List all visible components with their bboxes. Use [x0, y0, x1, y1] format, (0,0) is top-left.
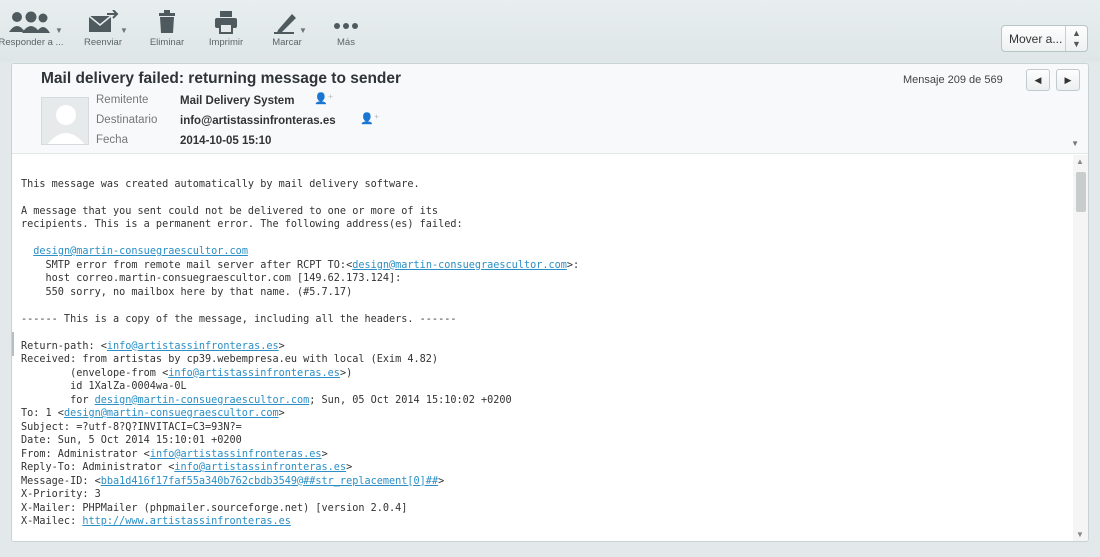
delete-label: Eliminar — [149, 37, 185, 48]
body-line: Subject: =?utf-8?Q?INVITACI=C3=93N?= — [21, 421, 242, 433]
more-dots-icon — [334, 23, 358, 29]
body-line: id 1XalZa-0004wa-0L — [21, 381, 187, 392]
for-prefix: for — [21, 394, 95, 406]
from-header-prefix: From: Administrator < — [21, 448, 150, 460]
date-value: 2014-10-05 15:10 — [180, 135, 272, 147]
body-line: Return-path: <info@artistassinfronteras.… — [21, 340, 1066, 354]
reply-to-suffix: > — [346, 462, 353, 473]
toolbar: Responder a ... ▼ Reenviar ▼ Eliminar Im… — [0, 0, 1100, 62]
reply-to-prefix: Reply-To: Administrator < — [21, 462, 175, 473]
body-line: host correo.martin-consuegraescultor.com… — [21, 273, 402, 284]
body-line: ------ This is a copy of the message, in… — [21, 313, 457, 325]
move-to-select[interactable]: Mover a... ▲ ▼ — [1001, 25, 1088, 52]
for-suffix: ; Sun, 05 Oct 2014 15:10:02 +0200 — [309, 394, 512, 406]
body-line: This message was created automatically b… — [21, 178, 420, 190]
x-mailec-link[interactable]: http://www.artistassinfronteras.es — [82, 516, 291, 527]
body-line: From: Administrator <info@artistassinfro… — [21, 448, 1066, 462]
from-label: Remitente — [96, 94, 149, 106]
to-header-link[interactable]: design@martin-consuegraescultor.com — [64, 408, 279, 419]
message-counter: Mensaje 209 de 569 — [903, 74, 1003, 86]
mark-label: Marcar — [272, 37, 302, 48]
to-header-prefix: To: 1 < — [21, 408, 64, 419]
body-line: X-Mailer: PHPMailer (phpmailer.sourcefor… — [21, 502, 408, 514]
delete-button[interactable]: Eliminar — [144, 10, 190, 58]
printer-icon — [215, 11, 237, 34]
body-line: Date: Sun, 5 Oct 2014 15:10:01 +0200 — [21, 435, 242, 446]
to-label: Destinatario — [96, 114, 158, 126]
body-line: Received: from artistas by cp39.webempre… — [21, 354, 439, 365]
body-line: To: 1 <design@martin-consuegraescultor.c… — [21, 407, 1066, 421]
reply-label: Responder a ... — [0, 37, 64, 48]
date-label: Fecha — [96, 134, 128, 146]
for-address-link[interactable]: design@martin-consuegraescultor.com — [95, 395, 310, 406]
previous-message-button[interactable]: ◀ — [1026, 69, 1050, 91]
forward-dropdown-icon[interactable]: ▼ — [120, 26, 128, 35]
body-line: design@martin-consuegraescultor.com — [21, 245, 1066, 259]
return-path-link[interactable]: info@artistassinfronteras.es — [107, 341, 279, 352]
pencil-icon — [274, 14, 296, 34]
trash-icon — [159, 10, 175, 33]
body-line: 550 sorry, no mailbox here by that name.… — [21, 286, 353, 298]
reply-dropdown-icon[interactable]: ▼ — [55, 26, 63, 35]
envelope-suffix: >) — [339, 367, 353, 379]
print-label: Imprimir — [208, 37, 244, 48]
scrollbar-thumb[interactable] — [1076, 172, 1086, 212]
body-line: (envelope-from <info@artistassinfrontera… — [21, 367, 1066, 381]
add-contact-icon[interactable]: 👤⁺ — [314, 92, 334, 105]
body-line: Message-ID: <bba1d416f17faf55a340b762cbd… — [21, 475, 1066, 489]
message-id-prefix: Message-ID: < — [21, 475, 101, 487]
message-id-link[interactable]: bba1d416f17faf55a340b762cbdb3549@##str_r… — [101, 476, 438, 487]
body-line: Reply-To: Administrator <info@artistassi… — [21, 461, 1066, 475]
forward-mail-icon — [88, 10, 119, 32]
body-scrollbar[interactable]: ▲ ▼ — [1073, 155, 1088, 541]
reply-to-link[interactable]: info@artistassinfronteras.es — [174, 462, 346, 473]
reply-all-icon — [9, 11, 50, 33]
to-value[interactable]: info@artistassinfronteras.es — [180, 115, 336, 127]
chevron-right-icon: ▶ — [1064, 75, 1072, 85]
smtp-prefix: SMTP error from remote mail server after… — [21, 259, 353, 271]
forward-label: Reenviar — [83, 37, 123, 48]
next-message-button[interactable]: ▶ — [1056, 69, 1080, 91]
body-line: A message that you sent could not be del… — [21, 205, 439, 217]
resize-handle[interactable] — [12, 332, 20, 356]
print-button[interactable]: Imprimir — [203, 10, 249, 58]
more-button[interactable]: Más — [323, 10, 369, 58]
message-header: Mail delivery failed: returning message … — [12, 64, 1088, 154]
to-header-suffix: > — [278, 408, 285, 419]
from-header-suffix: > — [321, 448, 328, 460]
mark-dropdown-icon[interactable]: ▼ — [299, 26, 307, 35]
body-line: SMTP error from remote mail server after… — [21, 259, 1066, 273]
smtp-suffix: >: — [566, 259, 580, 271]
body-line: for design@martin-consuegraescultor.com;… — [21, 394, 1066, 408]
message-subject: Mail delivery failed: returning message … — [41, 70, 402, 87]
add-contact-icon[interactable]: 👤⁺ — [360, 112, 380, 125]
user-silhouette-icon — [47, 105, 85, 144]
envelope-from-link[interactable]: info@artistassinfronteras.es — [168, 368, 340, 379]
envelope-prefix: (envelope-from < — [21, 367, 169, 379]
message-panel: Mail delivery failed: returning message … — [11, 63, 1089, 542]
message-id-suffix: > — [438, 475, 445, 487]
from-header-link[interactable]: info@artistassinfronteras.es — [150, 449, 322, 460]
chevron-left-icon: ◀ — [1034, 75, 1042, 85]
updown-arrows-icon: ▲ ▼ — [1065, 26, 1087, 51]
body-line: recipients. This is a permanent error. T… — [21, 219, 463, 230]
move-to-label: Mover a... — [1009, 32, 1063, 46]
message-body: This message was created automatically b… — [21, 164, 1066, 541]
expand-header-icon[interactable]: ▼ — [1071, 139, 1079, 148]
body-line: X-Priority: 3 — [21, 489, 101, 500]
footer-bar — [11, 541, 1089, 557]
body-line: X-Mailec: http://www.artistassinfrontera… — [21, 515, 1066, 529]
return-path-suffix: > — [278, 340, 285, 352]
sender-avatar — [41, 97, 89, 145]
scroll-up-icon[interactable]: ▲ — [1076, 157, 1084, 166]
from-value[interactable]: Mail Delivery System — [180, 95, 294, 107]
scroll-down-icon[interactable]: ▼ — [1076, 530, 1084, 539]
more-label: Más — [337, 37, 355, 48]
smtp-address-link[interactable]: design@martin-consuegraescultor.com — [352, 260, 567, 271]
failed-address-link[interactable]: design@martin-consuegraescultor.com — [33, 246, 248, 257]
x-mailec-prefix: X-Mailec: — [21, 516, 83, 527]
return-path-prefix: Return-path: < — [21, 340, 107, 352]
